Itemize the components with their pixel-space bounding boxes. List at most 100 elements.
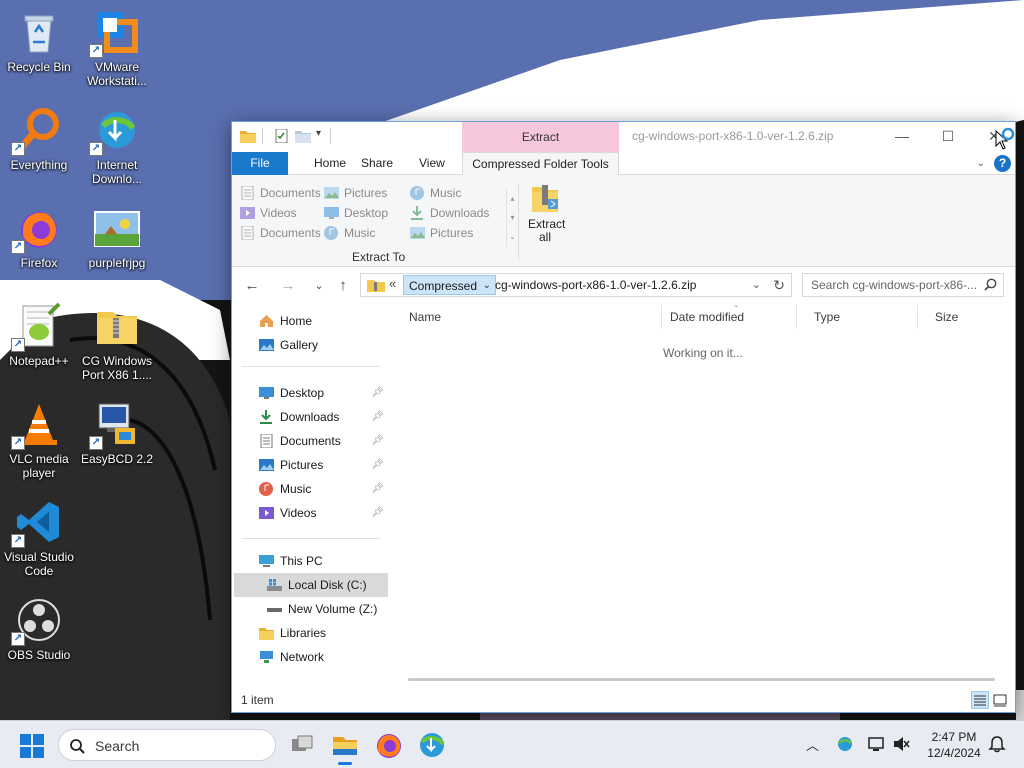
idm-tray-icon[interactable] [836, 735, 854, 753]
nav-item-documents[interactable]: Documents 📌︎ [234, 429, 388, 453]
nav-item-music[interactable]: Music 📌︎ [234, 477, 388, 501]
volume-muted-icon[interactable] [892, 735, 910, 753]
address-bar[interactable]: « Compressed ⌄ cg-windows-port-x86-1.0-v… [360, 273, 792, 297]
nav-item-home[interactable]: Home [234, 309, 388, 333]
notepadpp-icon: ↗ [11, 302, 63, 352]
gallery-item-documents-2[interactable]: Documents [238, 223, 321, 243]
search-box[interactable]: Search cg-windows-port-x86-... [802, 273, 1004, 297]
desktop-icon-firefox[interactable]: ↗ Firefox [0, 204, 78, 270]
desktop-icon-zip-folder[interactable]: CG Windows Port X86 1.... [78, 302, 156, 382]
nav-item-desktop[interactable]: Desktop 📌︎ [234, 381, 388, 405]
pin-icon[interactable]: 📌︎ [371, 381, 384, 405]
tab-compressed-folder-tools[interactable]: Compressed Folder Tools [462, 152, 619, 176]
nav-item-network[interactable]: Network [234, 645, 388, 669]
column-header-name[interactable]: Name [392, 303, 662, 331]
desktop-icon-label: VLC media player [9, 452, 69, 480]
desktop-icon-image-file[interactable]: purplefrjpg [78, 204, 156, 270]
network-tray-icon[interactable] [867, 735, 885, 753]
nav-label: Network [280, 650, 325, 664]
new-folder-icon[interactable] [295, 129, 311, 143]
address-overflow-icon[interactable]: « [389, 276, 396, 291]
properties-icon[interactable] [274, 129, 290, 143]
task-view-button[interactable] [286, 729, 318, 761]
shortcut-arrow-icon: ↗ [11, 338, 25, 352]
gallery-item-music-2[interactable]: Music [322, 223, 375, 243]
desktop-icon-internet-download-manager[interactable]: ↗ Internet Downlo... [78, 106, 156, 186]
nav-item-pictures[interactable]: Pictures 📌︎ [234, 453, 388, 477]
gallery-item-music[interactable]: Music [408, 183, 461, 203]
taskbar-file-explorer[interactable] [329, 729, 361, 765]
desktop-icon-vscode[interactable]: ↗ Visual Studio Code [0, 498, 78, 578]
notification-bell-icon[interactable] [988, 735, 1006, 753]
nav-item-libraries[interactable]: Libraries [234, 621, 388, 645]
back-button[interactable]: ← [240, 275, 264, 297]
nav-label: Documents [280, 434, 341, 448]
gallery-item-pictures-2[interactable]: Pictures [408, 223, 473, 243]
desktop-icon-vlc[interactable]: ↗ VLC media player [0, 400, 78, 480]
column-header-type[interactable]: Type [797, 303, 918, 331]
desktop-icon-vmware[interactable]: ↗ VMware Workstati... [78, 8, 156, 88]
refresh-icon[interactable]: ↻ [773, 274, 785, 296]
breadcrumb-current[interactable]: cg-windows-port-x86-1.0-ver-1.2.6.zip [495, 274, 696, 296]
status-bar: 1 item [232, 687, 1015, 713]
recent-locations-button[interactable]: ⌄ [307, 275, 331, 297]
nav-item-gallery[interactable]: Gallery [234, 333, 388, 357]
column-header-date-modified[interactable]: Date modified [653, 303, 797, 331]
nav-item-videos[interactable]: Videos 📌︎ [234, 501, 388, 525]
details-view-button[interactable] [971, 691, 989, 709]
taskbar-search-box[interactable]: Search [58, 729, 276, 761]
pin-icon[interactable]: 📌︎ [371, 501, 384, 525]
tab-file[interactable]: File [232, 152, 288, 175]
nav-separator [242, 366, 380, 367]
maximize-button[interactable]: ☐ [925, 122, 971, 150]
title-bar[interactable]: ▾ Extract cg-windows-port-x86-1.0-ver-1.… [232, 122, 1015, 152]
nav-item-this-pc[interactable]: This PC [234, 549, 388, 573]
pin-icon[interactable]: 📌︎ [371, 405, 384, 429]
pin-icon[interactable]: 📌︎ [371, 429, 384, 453]
address-dropdown-icon[interactable]: ⌄ [752, 274, 761, 296]
breadcrumb-compressed[interactable]: Compressed ⌄ [403, 275, 497, 295]
horizontal-scrollbar[interactable] [408, 678, 995, 681]
desktop-icon-everything[interactable]: ↗ Everything [0, 106, 78, 172]
up-button[interactable]: ↑ [331, 275, 355, 297]
firefox-icon [377, 734, 401, 758]
show-hidden-icons-chevron[interactable]: ︿ [806, 735, 819, 754]
file-explorer-window[interactable]: ▾ Extract cg-windows-port-x86-1.0-ver-1.… [231, 121, 1016, 713]
taskbar-firefox[interactable] [373, 729, 405, 761]
chevron-down-icon[interactable]: ⌄ [977, 158, 985, 169]
pin-icon[interactable]: 📌︎ [371, 453, 384, 477]
taskbar-internet-download-manager[interactable] [416, 729, 448, 761]
pin-icon[interactable]: 📌︎ [371, 477, 384, 501]
desktop-icon-easybcd[interactable]: ↗ EasyBCD 2.2 [78, 400, 156, 466]
libraries-icon [259, 628, 274, 640]
nav-item-local-disk[interactable]: Local Disk (C:) [234, 573, 388, 597]
customize-qat-icon[interactable]: ▾ [316, 128, 321, 139]
tab-share[interactable]: Share [347, 152, 407, 175]
gallery-item-desktop[interactable]: Desktop [322, 203, 388, 223]
desktop-icon-notepadpp[interactable]: ↗ Notepad++ [0, 302, 78, 368]
gallery-item-pictures[interactable]: Pictures [322, 183, 387, 203]
system-clock[interactable]: 2:47 PM 12/4/2024 [920, 729, 988, 761]
nav-label: Music [280, 482, 312, 496]
nav-item-downloads[interactable]: Downloads 📌︎ [234, 405, 388, 429]
network-icon [260, 651, 273, 663]
gallery-item-documents[interactable]: Documents [238, 183, 321, 203]
gallery-item-downloads[interactable]: Downloads [408, 203, 489, 223]
desktop-icon-recycle-bin[interactable]: Recycle Bin [0, 8, 78, 74]
extract-all-button[interactable]: Extract all [528, 183, 565, 244]
column-header-size[interactable]: Size [918, 303, 998, 331]
file-list[interactable]: Name Date modified ⌄ Type Size Working o… [392, 300, 1015, 687]
minimize-button[interactable]: — [879, 122, 925, 150]
forward-button[interactable]: → [276, 275, 300, 297]
desktop-icon-obs[interactable]: ↗ OBS Studio [0, 596, 78, 662]
taskbar-search-label: Search [95, 738, 140, 754]
help-button[interactable]: ? [994, 155, 1011, 172]
large-icons-view-button[interactable] [991, 691, 1009, 709]
gallery-item-videos[interactable]: Videos [238, 203, 296, 223]
gallery-scrollbar[interactable]: ▴ ▾ ⌄ [506, 189, 518, 247]
window-title: cg-windows-port-x86-1.0-ver-1.2.6.zip [632, 129, 834, 143]
search-input[interactable]: Search cg-windows-port-x86-... [811, 274, 981, 296]
tab-view[interactable]: View [405, 152, 459, 175]
nav-item-new-volume[interactable]: New Volume (Z:) [234, 597, 388, 621]
windows-start-icon[interactable] [20, 734, 44, 758]
